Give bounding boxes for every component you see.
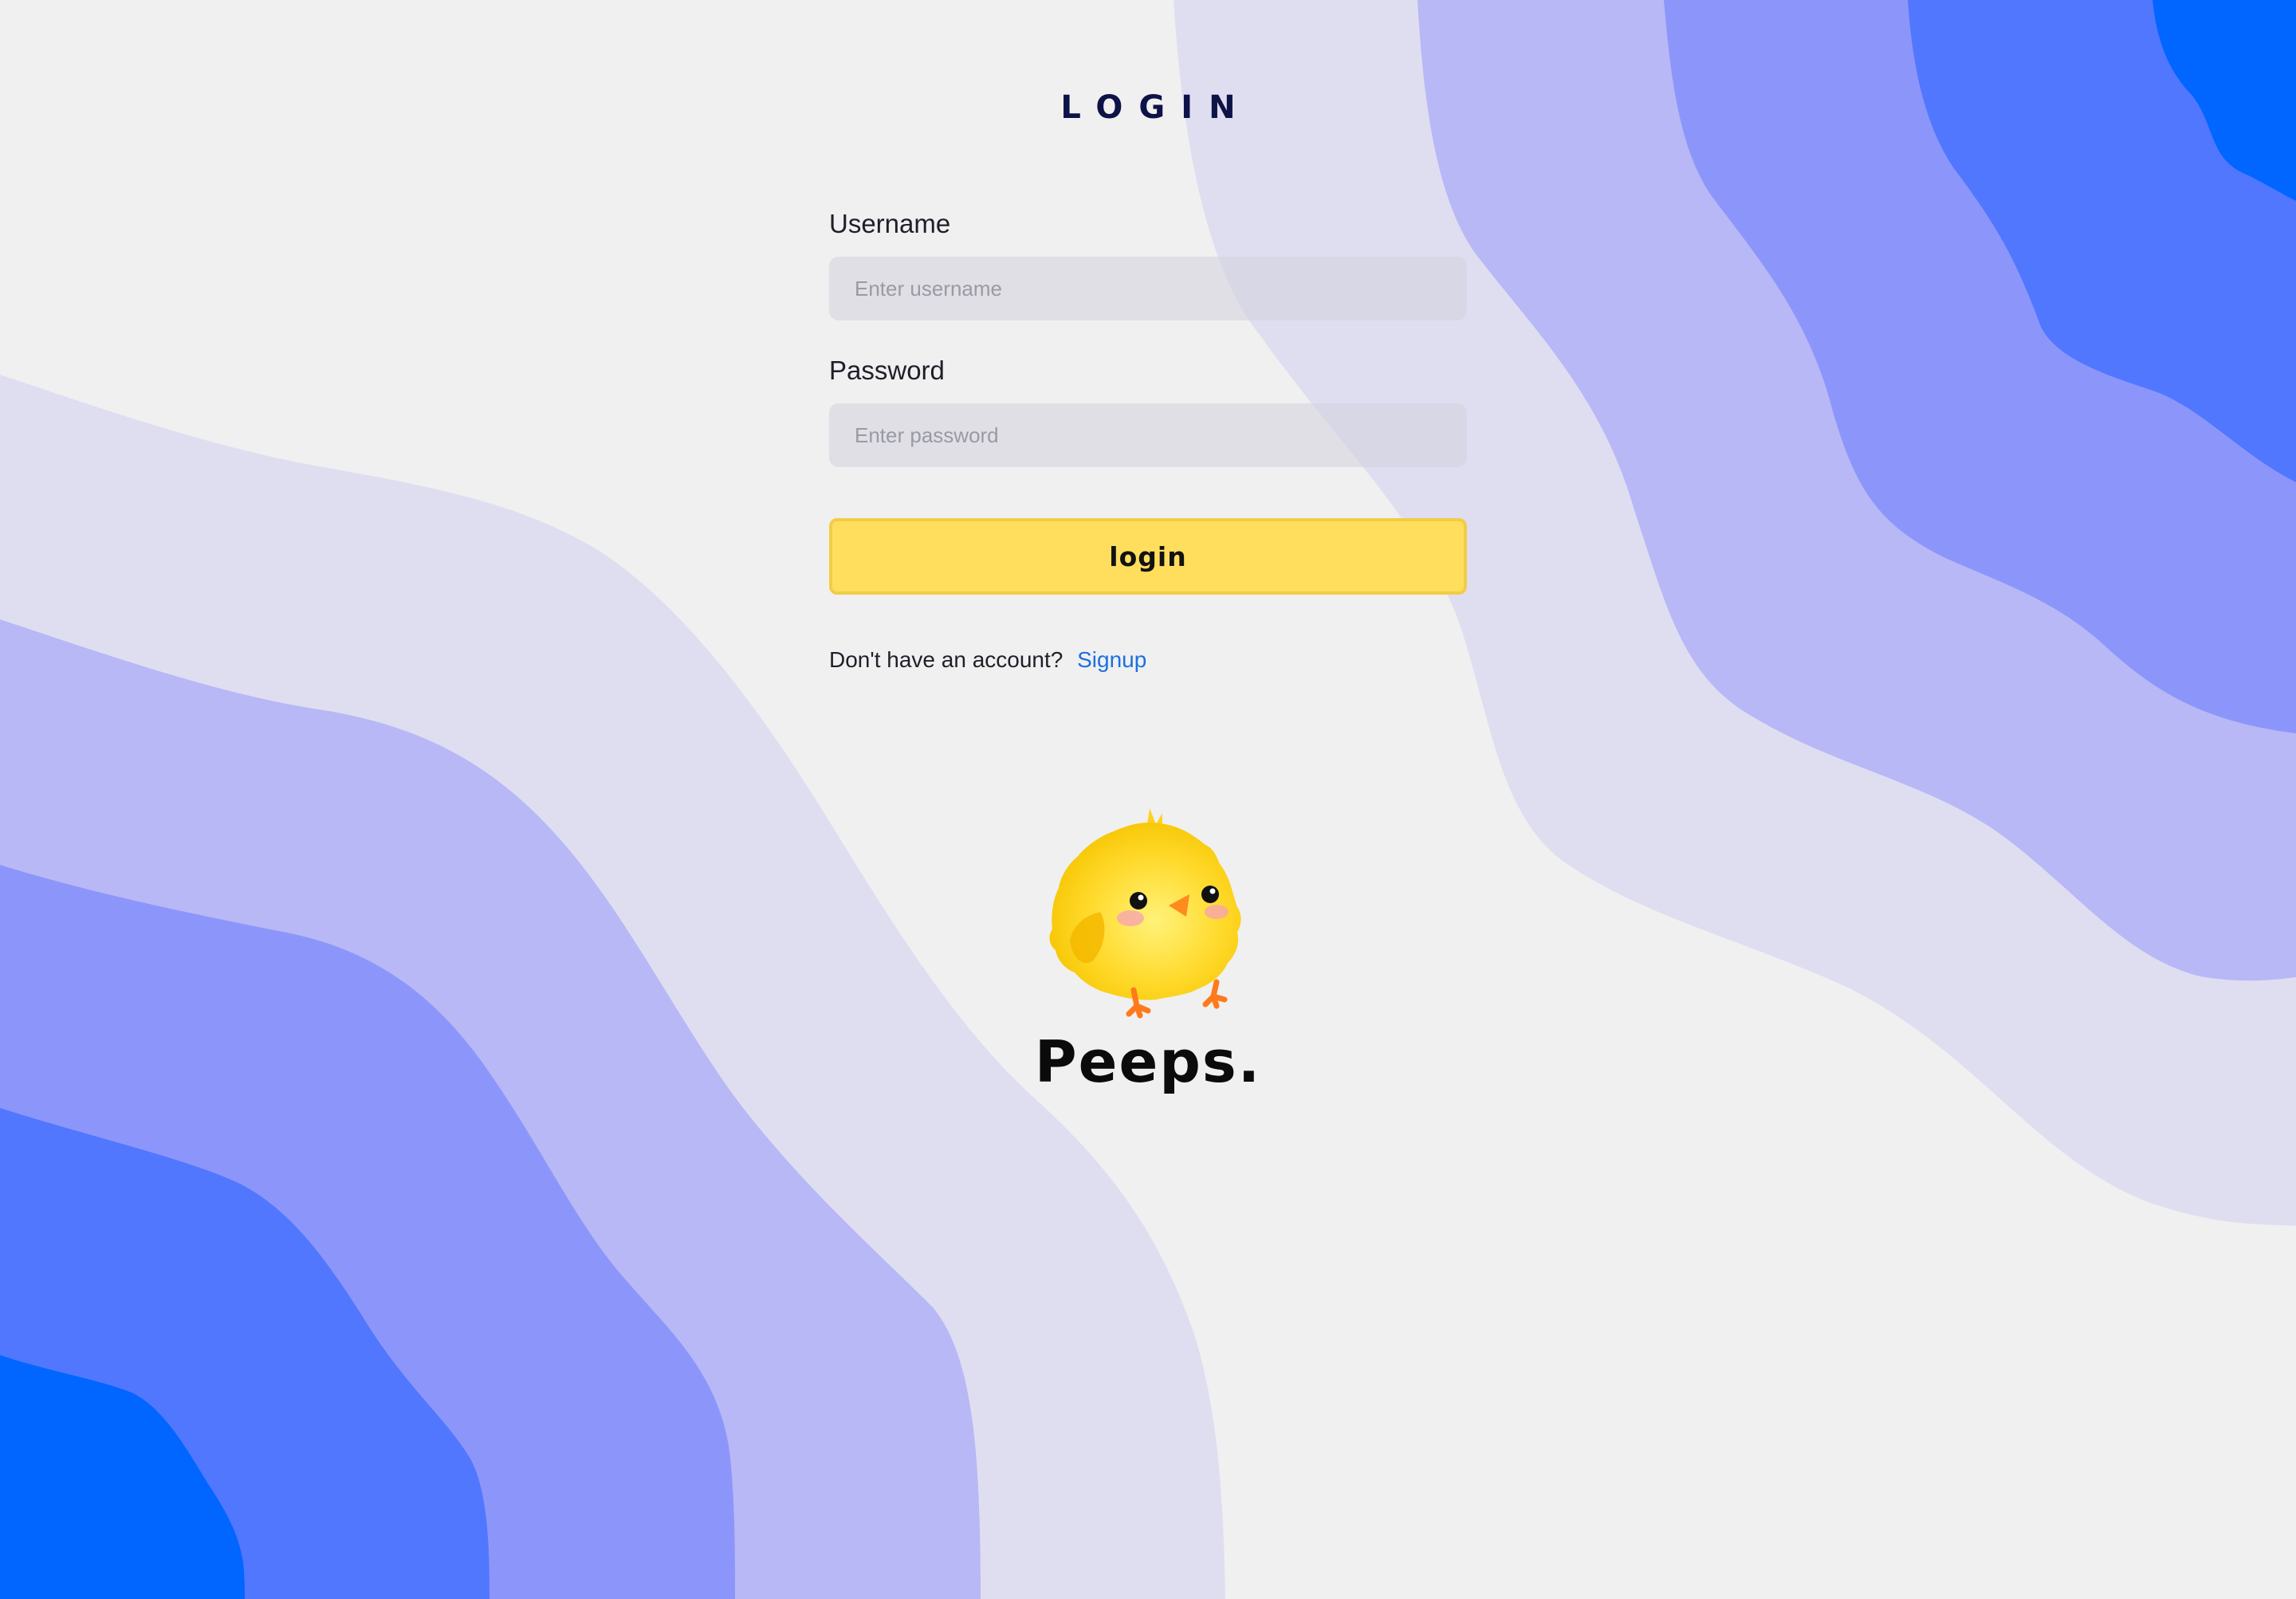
password-label: Password xyxy=(829,356,945,385)
chick-mascot-icon xyxy=(1049,808,1241,1019)
username-label: Username xyxy=(829,209,951,238)
wave-background xyxy=(0,0,2296,1599)
brand-name: Peeps. xyxy=(1034,1028,1262,1095)
password-input[interactable] xyxy=(829,403,1467,467)
signup-prompt: Don't have an account? xyxy=(829,647,1063,672)
signup-link[interactable]: Signup xyxy=(1077,647,1146,672)
username-input[interactable] xyxy=(829,257,1467,320)
login-button[interactable]: login xyxy=(829,518,1467,595)
login-page: LOGIN Username Password login Don't have… xyxy=(0,0,2296,1599)
signup-row: Don't have an account? Signup xyxy=(829,647,1146,673)
page-title: LOGIN xyxy=(1060,89,1252,126)
